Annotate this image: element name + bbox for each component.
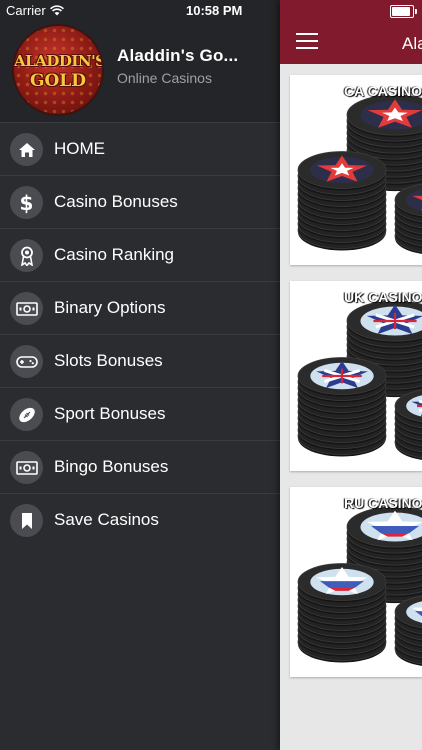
app-logo: ALADDIN'S GOLD bbox=[12, 24, 104, 116]
battery-icon bbox=[390, 5, 417, 18]
menu-item-label: Casino Bonuses bbox=[54, 192, 178, 211]
logo-line1: ALADDIN'S bbox=[14, 52, 104, 70]
poker-chips-russia-image bbox=[290, 487, 422, 677]
bookmark-icon bbox=[10, 504, 43, 537]
status-time: 10:58 PM bbox=[186, 3, 243, 18]
menu-item-home[interactable]: HOME bbox=[0, 123, 280, 176]
carrier-label: Carrier bbox=[6, 3, 46, 18]
banknote-icon bbox=[10, 451, 43, 484]
football-icon bbox=[10, 398, 43, 431]
menu-item-label: Save Casinos bbox=[54, 510, 159, 529]
dollar-icon: $ bbox=[10, 186, 43, 219]
menu-item-slots-bonuses[interactable]: Slots Bonuses bbox=[0, 335, 280, 388]
menu-item-label: Sport Bonuses bbox=[54, 404, 166, 423]
gamepad-icon bbox=[10, 345, 43, 378]
status-bar: Carrier 10:58 PM bbox=[0, 0, 422, 22]
menu-item-label: Casino Ranking bbox=[54, 245, 175, 264]
poker-chips-uk-image bbox=[290, 281, 422, 471]
hamburger-menu-icon[interactable] bbox=[296, 33, 318, 49]
menu-item-save-casinos[interactable]: Save Casinos bbox=[0, 494, 280, 547]
carrier: Carrier bbox=[6, 3, 64, 18]
casino-card-uk[interactable]: UK CASINOS bbox=[290, 281, 422, 471]
casino-card-ru[interactable]: RU CASINOS bbox=[290, 487, 422, 677]
app-subtitle: Online Casinos bbox=[117, 70, 212, 86]
ribbon-award-icon bbox=[10, 239, 43, 272]
poker-chips-canada-image bbox=[290, 75, 422, 265]
card-title: RU CASINOS bbox=[344, 495, 422, 511]
page-title: Aladdin's Gold bbox=[402, 34, 422, 53]
card-title: CA CASINOS bbox=[344, 83, 422, 99]
drawer-menu: HOME $ Casino Bonuses Casino Ranking Bin… bbox=[0, 123, 280, 547]
logo-line2: GOLD bbox=[29, 71, 87, 91]
menu-item-sport-bonuses[interactable]: Sport Bonuses bbox=[0, 388, 280, 441]
menu-item-binary-options[interactable]: Binary Options bbox=[0, 282, 280, 335]
menu-item-label: Bingo Bonuses bbox=[54, 457, 169, 476]
app-name: Aladdin's Go... bbox=[117, 46, 239, 65]
menu-item-label: HOME bbox=[54, 139, 105, 158]
banknote-icon bbox=[10, 292, 43, 325]
side-drawer: ALADDIN'S GOLD Aladdin's Go... Online Ca… bbox=[0, 0, 280, 750]
casino-card-ca[interactable]: CA CASINOS bbox=[290, 75, 422, 265]
home-icon bbox=[10, 133, 43, 166]
wifi-icon bbox=[49, 5, 64, 16]
menu-item-label: Slots Bonuses bbox=[54, 351, 163, 370]
card-title: UK CASINOS bbox=[344, 289, 422, 305]
menu-item-label: Binary Options bbox=[54, 298, 166, 317]
main-content: Aladdin's Gold CA CASINOS UK CASINOS RU … bbox=[280, 0, 422, 750]
menu-item-casino-bonuses[interactable]: $ Casino Bonuses bbox=[0, 176, 280, 229]
menu-item-bingo-bonuses[interactable]: Bingo Bonuses bbox=[0, 441, 280, 494]
menu-item-casino-ranking[interactable]: Casino Ranking bbox=[0, 229, 280, 282]
